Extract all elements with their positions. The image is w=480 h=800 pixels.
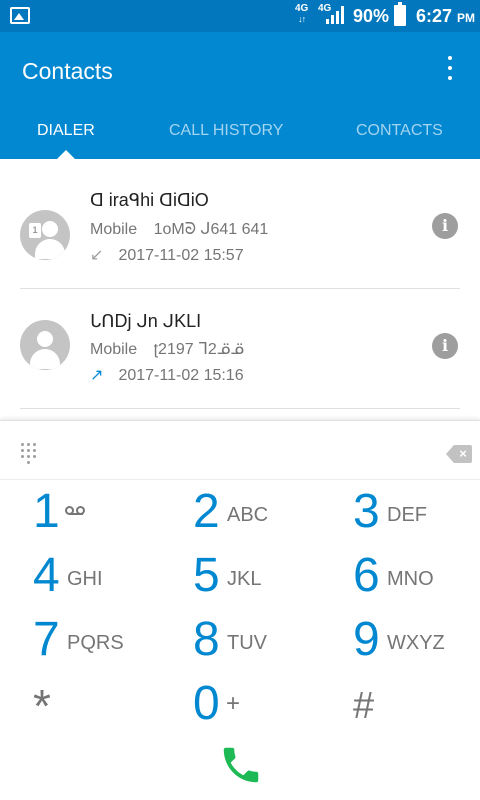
phone-number-line: Mobile ʈ2197 ᒣ2ᓆᓆ xyxy=(90,339,244,359)
key-0[interactable]: 0 + xyxy=(193,676,263,732)
call-date: 2017-11-02 xyxy=(118,247,200,264)
key-7[interactable]: 7 PQRS xyxy=(33,612,133,668)
divider xyxy=(0,479,480,480)
key-pound[interactable]: # xyxy=(353,678,403,734)
phone-number: 1oMᘐ ᒍ641 641 xyxy=(153,221,269,238)
call-button[interactable] xyxy=(218,742,264,788)
contact-name: ᒐᑎDj ᒍn ᒍKLI xyxy=(90,311,202,331)
sim-1-icon: 1 xyxy=(29,223,41,238)
app-bar: Contacts DIALER CALL HISTORY CONTACTS xyxy=(0,32,480,159)
battery-icon xyxy=(394,2,406,26)
phone-type-label: Mobile xyxy=(90,341,138,358)
key-5[interactable]: 5 JKL xyxy=(193,548,283,604)
call-time: 15:16 xyxy=(203,367,244,384)
info-icon[interactable]: i xyxy=(432,213,458,239)
call-date: 2017-11-02 xyxy=(118,367,200,384)
key-1[interactable]: 1 xyxy=(33,484,113,540)
call-log-item[interactable]: ᒐᑎDj ᒍn ᒍKLI Mobile ʈ2197 ᒣ2ᓆᓆ ↗ 2017-11… xyxy=(0,289,480,409)
network-type-1: 4G ↓↑ xyxy=(295,3,309,25)
key-9[interactable]: 9 WXYZ xyxy=(353,612,463,668)
status-bar: 4G ↓↑ 4G 90% 6:27 PM xyxy=(0,0,480,32)
avatar-icon: 1 xyxy=(20,210,70,260)
contact-name: ᗡ iraᑫhi ᗡiᗡiO xyxy=(90,190,209,210)
call-time: 15:57 xyxy=(203,247,244,264)
tab-indicator xyxy=(57,150,75,159)
key-2[interactable]: 2 ABC xyxy=(193,484,283,540)
dialpad-grid-icon[interactable] xyxy=(21,443,39,465)
outgoing-call-icon: ↗ xyxy=(90,367,104,384)
voicemail-icon xyxy=(65,506,87,516)
phone-number-line: Mobile 1oMᘐ ᒍ641 641 xyxy=(90,219,268,239)
clock: 6:27 PM xyxy=(416,6,476,26)
signal-icon xyxy=(326,6,344,24)
app-title: Contacts xyxy=(22,58,113,84)
tab-contacts[interactable]: CONTACTS xyxy=(356,122,443,140)
phone-type-label: Mobile xyxy=(90,221,138,238)
image-notification-icon xyxy=(10,7,30,24)
key-6[interactable]: 6 MNO xyxy=(353,548,453,604)
key-3[interactable]: 3 DEF xyxy=(353,484,443,540)
avatar-icon xyxy=(20,320,70,370)
key-4[interactable]: 4 GHI xyxy=(33,548,113,604)
call-icon xyxy=(223,747,259,783)
key-star[interactable]: * xyxy=(33,678,83,734)
key-8[interactable]: 8 TUV xyxy=(193,612,283,668)
backspace-icon[interactable]: × xyxy=(446,445,472,463)
tab-dialer[interactable]: DIALER xyxy=(37,122,95,140)
tab-call-history[interactable]: CALL HISTORY xyxy=(169,122,283,140)
call-date-line: ↙ 2017-11-02 15:57 xyxy=(90,245,244,265)
divider xyxy=(20,408,460,409)
overflow-menu-icon[interactable] xyxy=(440,54,460,84)
phone-number: ʈ2197 ᒣ2ᓆᓆ xyxy=(153,341,244,358)
call-log-item[interactable]: 1 ᗡ iraᑫhi ᗡiᗡiO Mobile 1oMᘐ ᒍ641 641 ↙ … xyxy=(0,168,480,288)
call-date-line: ↗ 2017-11-02 15:16 xyxy=(90,365,244,385)
info-icon[interactable]: i xyxy=(432,333,458,359)
incoming-call-icon: ↙ xyxy=(90,247,104,264)
battery-percent: 90% xyxy=(353,6,390,26)
